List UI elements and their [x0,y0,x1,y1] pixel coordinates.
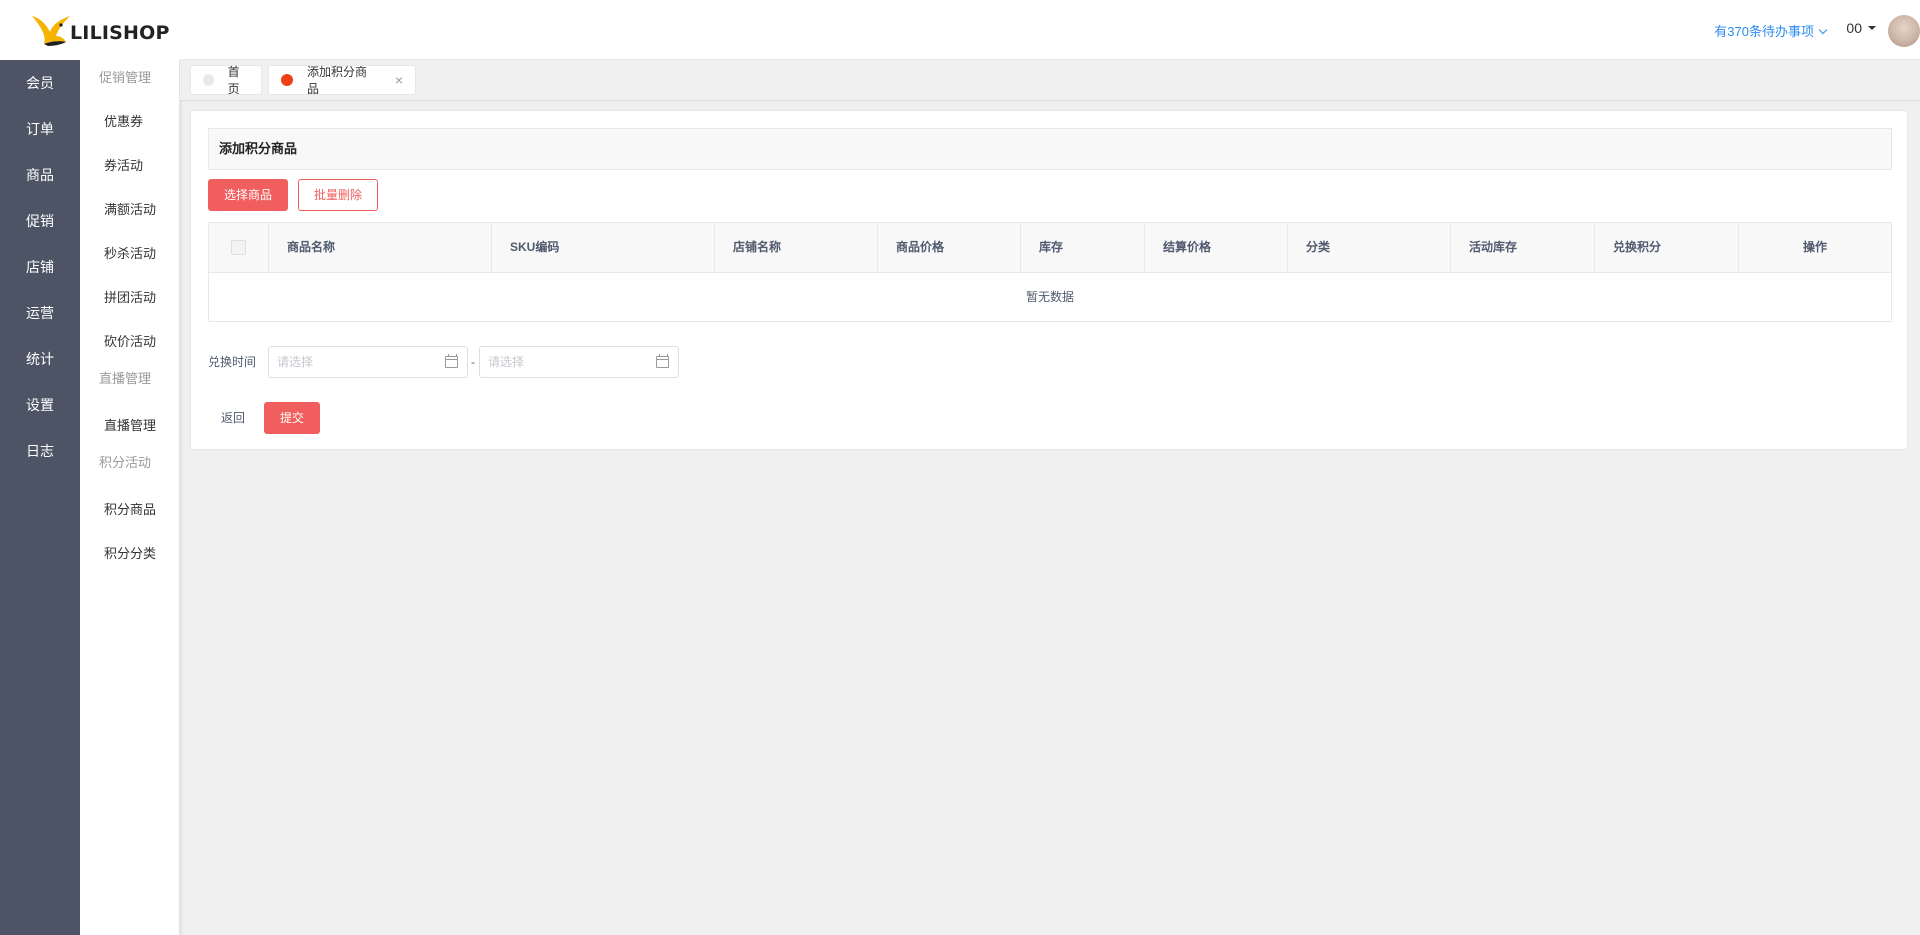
primary-sidebar: 会员 订单 商品 促销 店铺 运营 统计 设置 日志 [0,0,80,935]
logo-text: LILISHOP [70,22,170,44]
avatar[interactable] [1888,15,1920,47]
start-date-picker[interactable]: 请选择 [268,346,468,378]
exchange-time-label: 兑换时间 [208,355,257,369]
nav-item-member[interactable]: 会员 [0,60,80,106]
tab-dot-icon [281,74,293,86]
close-icon[interactable]: × [395,72,403,88]
column-header: 商品价格 [878,223,1021,272]
sub-group-promotion: 促销管理 [99,70,152,85]
sub-group-points: 积分活动 [99,455,152,470]
page-title: 添加积分商品 [208,128,1892,170]
content-card: 添加积分商品 选择商品 批量删除 商品名称 SKU编码 店铺名称 商品价格 库存… [190,110,1908,450]
nav-item-settings[interactable]: 设置 [0,382,80,428]
nav-item-log[interactable]: 日志 [0,428,80,474]
submit-button[interactable]: 提交 [264,402,320,434]
bird-logo-icon [32,16,70,46]
sub-item-live[interactable]: 直播管理 [80,404,179,448]
primary-nav: 会员 订单 商品 促销 店铺 运营 统计 设置 日志 [0,60,80,474]
column-header: 操作 [1802,240,1827,254]
select-goods-button[interactable]: 选择商品 [208,179,288,211]
tab-add-points-goods[interactable]: 添加积分商品 × [268,65,416,96]
tab-label: 添加积分商品 [306,65,367,96]
sub-item-points-category[interactable]: 积分分类 [80,532,179,576]
column-header: 结算价格 [1145,223,1288,272]
date-separator: - [471,355,475,369]
column-header: 商品名称 [269,223,492,272]
sub-item-kanjia[interactable]: 砍价活动 [80,320,179,364]
tab-label: 首页 [227,65,240,96]
select-all-cell [209,223,269,272]
chevron-down-icon [1818,25,1828,35]
table-header: 商品名称 SKU编码 店铺名称 商品价格 库存 结算价格 分类 活动库存 兑换积… [209,223,1891,273]
goods-table: 商品名称 SKU编码 店铺名称 商品价格 库存 结算价格 分类 活动库存 兑换积… [208,222,1892,322]
start-date-placeholder: 请选择 [277,355,314,369]
end-date-picker[interactable]: 请选择 [479,346,679,378]
top-header: 有370条待办事项 00 [180,0,1920,60]
nav-item-store[interactable]: 店铺 [0,244,80,290]
sub-group-live: 直播管理 [99,371,152,386]
column-header: 库存 [1021,223,1145,272]
secondary-sidebar: 促销管理 优惠券 券活动 满额活动 秒杀活动 拼团活动 砍价活动 直播管理 直播… [80,60,180,935]
end-date-placeholder: 请选择 [488,355,525,369]
tab-home[interactable]: 首页 [190,65,262,96]
column-header: SKU编码 [492,223,715,272]
nav-item-operation[interactable]: 运营 [0,290,80,336]
nav-item-goods[interactable]: 商品 [0,152,80,198]
batch-delete-button[interactable]: 批量删除 [298,179,378,211]
column-header: 兑换积分 [1595,223,1739,272]
username: 00 [1846,20,1862,36]
sub-item-full-discount[interactable]: 满额活动 [80,188,179,232]
todo-text: 有370条待办事项 [1714,24,1814,39]
user-dropdown[interactable]: 00 [1846,20,1876,36]
sub-item-pintuan[interactable]: 拼团活动 [80,276,179,320]
select-all-checkbox[interactable] [231,240,246,256]
empty-state: 暂无数据 [1025,290,1074,304]
nav-item-statistics[interactable]: 统计 [0,336,80,382]
column-header: 分类 [1288,223,1451,272]
column-header: 店铺名称 [715,223,878,272]
back-button[interactable]: 返回 [213,402,253,434]
sub-item-coupon-activity[interactable]: 券活动 [80,144,179,188]
sub-item-coupon[interactable]: 优惠券 [80,100,179,144]
calendar-icon [656,354,669,368]
sub-item-points-goods[interactable]: 积分商品 [80,488,179,532]
calendar-icon [445,354,458,368]
sub-item-seckill[interactable]: 秒杀活动 [80,232,179,276]
logo[interactable]: LILISHOP [0,0,180,60]
caret-down-icon [1868,26,1876,30]
nav-item-order[interactable]: 订单 [0,106,80,152]
nav-item-promotion[interactable]: 促销 [0,198,80,244]
tabs-bar: 首页 添加积分商品 × [180,61,1920,101]
column-header: 活动库存 [1451,223,1595,272]
tab-dot-icon [203,74,214,86]
todo-dropdown[interactable]: 有370条待办事项 [1714,21,1828,40]
